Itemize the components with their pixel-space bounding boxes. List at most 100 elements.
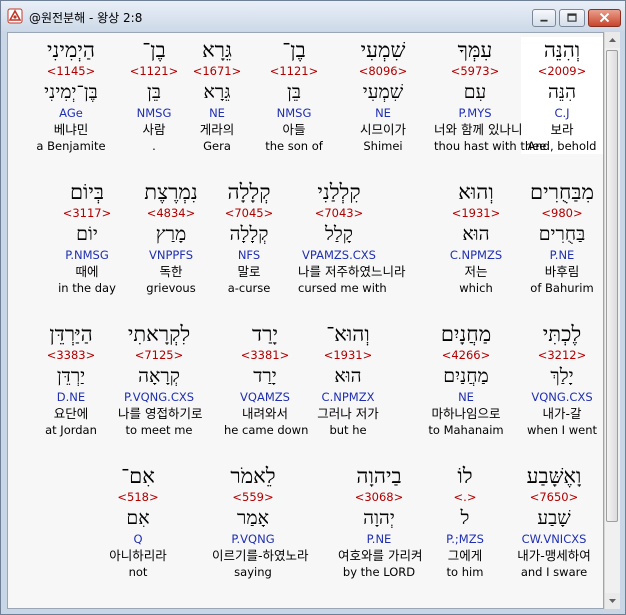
lexical-form: הִנֵּה <box>547 81 577 103</box>
word-cell[interactable]: וָאֶשָּׁבַע <7650> שָׁבַע CW.VNICXS 내가-맹세하여 a… <box>513 463 595 580</box>
english-gloss: to meet me <box>125 423 193 437</box>
hebrew-word: בֶן־ <box>142 38 166 62</box>
word-cell[interactable]: לוֹ <.> ל P.;MZS 그에게 to him <box>424 463 506 580</box>
hebrew-word: הַיְמִינִי <box>47 38 95 62</box>
word-cell[interactable]: שִׁמְעִי <8096> שִׁמְעִי NE 시므이가 Shimei <box>342 37 424 154</box>
morphology-code: NMSG <box>276 106 312 120</box>
close-button[interactable] <box>588 9 621 27</box>
lexical-form: שִׁמְעִי <box>362 81 404 103</box>
word-cell[interactable]: לֶכְתִּי <3212> יָלַךְ VQNG.CXS 내가-갈 when I w… <box>521 321 603 438</box>
lexical-form: יַרְדֵּן <box>56 365 86 387</box>
word-cell[interactable]: וְהוּא־ <1931> הוּא C.NPMZX 그러나 저가 but he <box>307 321 389 438</box>
minimize-button[interactable] <box>532 9 556 27</box>
strong-number: <5973> <box>450 64 500 78</box>
app-logo-icon <box>7 8 23 24</box>
english-gloss: to him <box>446 565 484 579</box>
korean-gloss: 내가-갈 <box>542 406 582 421</box>
word-cell[interactable]: קִלְלַנִי <7043> קָלַל VPAMZS.CXS 나를 저주하였느니라… <box>298 179 406 296</box>
english-gloss: thou hast with thee <box>434 139 547 153</box>
vertical-scrollbar[interactable] <box>604 32 620 609</box>
english-gloss: a-curse <box>227 281 271 295</box>
lexical-form: הוּא <box>334 365 362 387</box>
word-cell[interactable]: קְלָלָה <7045> קְלָלָה NFS 말로 a-curse <box>208 179 290 296</box>
lexical-form: אָמַר <box>237 507 269 529</box>
english-gloss: he came down <box>224 423 309 437</box>
word-cell[interactable]: בֶן־ <1121> בֵּן NMSG 아들 the son of <box>253 37 335 154</box>
hebrew-word: וְהוּא־ <box>326 322 370 346</box>
korean-gloss: 아들 <box>282 122 306 137</box>
strong-number: <7125> <box>134 348 184 362</box>
korean-gloss: 아니하리라 <box>109 548 167 563</box>
english-gloss: saying <box>234 565 272 579</box>
strong-number: <518> <box>117 490 159 504</box>
strong-number: <2009> <box>537 64 587 78</box>
morphology-code: AGe <box>59 106 83 120</box>
scrollbar-thumb[interactable] <box>606 50 618 522</box>
morphology-code: P.NE <box>549 248 575 262</box>
strong-number: <.> <box>453 490 477 504</box>
close-icon <box>599 12 610 23</box>
hebrew-word: לִקְרָאתִי <box>127 322 191 346</box>
lexical-form: בֵּן <box>147 81 161 103</box>
word-cell[interactable]: וְהִנֵּה <2009> הִנֵּה C.J 보라 And, behold <box>521 37 603 154</box>
strong-number: <7045> <box>224 206 274 220</box>
morphology-code: P.MYS <box>458 106 492 120</box>
maximize-button[interactable] <box>559 9 585 27</box>
morphology-code: NE <box>375 106 391 120</box>
chevron-down-icon <box>609 599 616 603</box>
word-cell[interactable]: הַיַּרְדֵּן <3383> יַרְדֵּן D.NE 요단에 at Jorda… <box>30 321 112 438</box>
hebrew-word: שִׁמְעִי <box>360 38 406 62</box>
hebrew-word: לֶכְתִּי <box>542 322 582 346</box>
english-gloss: and I sware <box>520 565 588 579</box>
korean-gloss: 나를 저주하였느니라 <box>298 264 406 279</box>
korean-gloss: 마하나임으로 <box>431 406 501 421</box>
hebrew-word: לֵאמֹר <box>230 464 276 488</box>
english-gloss: . <box>152 139 156 153</box>
word-cell[interactable]: נִמְרֶצֶת <4834> מָרַץ VNPPFS 독한 grievous <box>130 179 212 296</box>
strong-number: <3117> <box>62 206 112 220</box>
english-gloss: in the day <box>58 281 116 295</box>
title-bar[interactable]: @원전분해 - 왕상 2:8 <box>1 1 625 31</box>
lexical-form: מַחֲנַיִם <box>443 365 489 387</box>
hebrew-word: קִלְלַנִי <box>317 180 361 204</box>
scroll-up-button[interactable] <box>605 32 620 48</box>
morphology-code: C.NPMZX <box>321 390 375 404</box>
word-cell[interactable]: מַחֲנָיִם <4266> מַחֲנַיִם NE 마하나임으로 to Mahan… <box>425 321 507 438</box>
word-cell[interactable]: בְּיוֹם <3117> יוֹם P.NMSG 때에 in the day <box>46 179 128 296</box>
lexical-form: יְהוָה <box>363 507 395 529</box>
strong-number: <3068> <box>354 490 404 504</box>
korean-gloss: 너와 함께 있나니 <box>434 122 523 137</box>
hebrew-word: אִם־ <box>121 464 155 488</box>
lexical-form: יוֹם <box>76 223 98 245</box>
hebrew-word: וְהִנֵּה <box>543 38 581 62</box>
english-gloss: of Bahurim <box>530 281 594 295</box>
word-cell[interactable]: עִמְּךָ <5973> עִם P.MYS 너와 함께 있나니 thou hast … <box>434 37 547 154</box>
word-cell[interactable]: וְהוּא <1931> הוּא C.NPMZS 저는 which <box>435 179 517 296</box>
word-cell[interactable]: בַיהוָה <3068> יְהוָה P.NE 여호와를 가리켜 by the LO… <box>338 463 422 580</box>
morphology-code: VQNG.CXS <box>531 390 593 404</box>
chevron-up-icon <box>609 38 616 42</box>
hebrew-word: קְלָלָה <box>227 180 271 204</box>
korean-gloss: 내가-맹세하여 <box>517 548 591 563</box>
korean-gloss: 사람 <box>142 122 166 137</box>
hebrew-word: מַחֲנָיִם <box>440 322 492 346</box>
hebrew-word: בַיהוָה <box>356 464 402 488</box>
scroll-down-button[interactable] <box>605 593 620 609</box>
lexical-form: קְרָאָה <box>138 365 180 387</box>
word-cell[interactable]: מִבַּחֻרִים <980> בַּחֻרִים P.NE 바후림 of Bahur… <box>521 179 603 296</box>
lexical-form: בֶּן־יְמִינִי <box>44 81 98 103</box>
strong-number: <4266> <box>441 348 491 362</box>
word-cell[interactable]: הַיְמִינִי <1145> בֶּן־יְמִינִי AGe 베냐민 a Ben… <box>30 37 112 154</box>
word-cell[interactable]: יָרַד <3381> יָרַד VQAMZS 내려와서 he came down <box>224 321 309 438</box>
hebrew-word: בְּיוֹם <box>69 180 105 204</box>
word-cell[interactable]: לֵאמֹר <559> אָמַר P.VQNG 이르기를-하였노라 saying <box>212 463 309 580</box>
word-cell[interactable]: בֶן־ <1121> בֵּן NMSG 사람. <box>113 37 195 154</box>
strong-number: <1121> <box>129 64 179 78</box>
english-gloss: but he <box>329 423 367 437</box>
hebrew-word: וְהוּא <box>458 180 494 204</box>
hebrew-word: וָאֶשָּׁבַע <box>526 464 582 488</box>
hebrew-word: מִבַּחֻרִים <box>530 180 594 204</box>
strong-number: <1931> <box>323 348 373 362</box>
word-cell[interactable]: אִם־ <518> אִם Q 아니하리라 not <box>97 463 179 580</box>
word-cell[interactable]: לִקְרָאתִי <7125> קְרָאָה P.VQNG.CXS 나를 영접하기… <box>118 321 202 438</box>
